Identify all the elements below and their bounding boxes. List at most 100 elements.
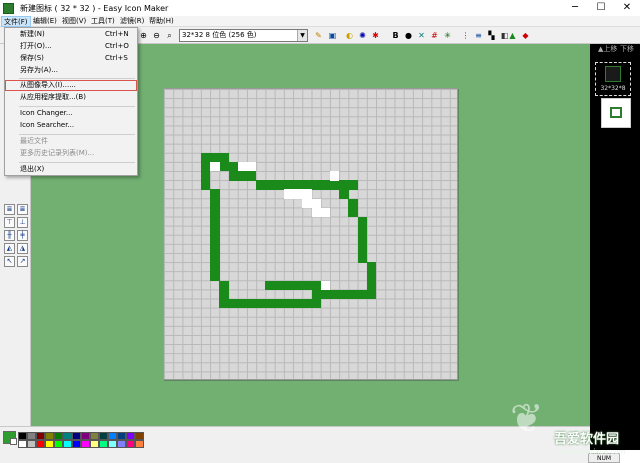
palette-swatch[interactable] [36,432,45,440]
pixel-white [320,207,331,218]
palette-swatch[interactable] [126,432,135,440]
pixel-green [265,280,275,291]
icon-thumbnail-selected[interactable]: 32*32*8 [595,62,631,96]
pixel-green [366,289,377,300]
palette-swatch[interactable] [18,440,27,448]
menu-file[interactable]: 文件(F) [1,16,31,27]
palette-swatch[interactable] [36,440,45,448]
palette-swatch[interactable] [72,440,81,448]
palette-swatch[interactable] [135,440,144,448]
background-color-swatch[interactable] [10,438,17,445]
grid-red-icon[interactable]: # [429,30,440,41]
rotate-right-icon[interactable]: ↗ [17,256,28,267]
menu-exit[interactable]: 退出(X) [5,164,137,175]
pixel-green [219,152,229,163]
palette-swatch[interactable] [99,440,108,448]
move-down-button[interactable]: 下移 [620,44,634,54]
menu-import-from-image[interactable]: 从图像导入(I)...... [5,80,137,91]
zoom-fit-icon[interactable]: ⌕ [164,30,175,41]
pixel-white [329,171,340,181]
palette-swatch[interactable] [81,432,90,440]
icon-thumbnail-preview[interactable] [601,98,631,128]
dot-icon[interactable]: ● [403,30,414,41]
palette-swatch[interactable] [90,432,99,440]
palette-swatch[interactable] [54,440,63,448]
menu-filter[interactable]: 滤镜(R) [118,16,146,27]
distribute-v-icon[interactable]: ╪ [17,230,28,241]
palette-swatch[interactable] [99,432,108,440]
brightness-icon[interactable]: ✺ [357,30,368,41]
pixel-editor-grid[interactable] [163,88,458,380]
palette-swatch[interactable] [135,432,144,440]
align-top-icon[interactable]: ⊤ [4,217,15,228]
maximize-button[interactable]: ☐ [588,0,614,16]
palette-swatch[interactable] [45,440,54,448]
flip-h-icon[interactable]: ◭ [4,243,15,254]
palette-swatch[interactable] [63,432,72,440]
current-color-indicator[interactable] [3,431,17,445]
minimize-button[interactable]: ─ [562,0,588,16]
palette-swatch[interactable] [108,440,117,448]
menu-save-as[interactable]: 另存为(A)... [5,65,137,76]
pixel-green [210,207,220,218]
sparkle-icon[interactable]: ✳ [442,30,453,41]
palette-swatch[interactable] [108,432,117,440]
palette-swatch[interactable] [126,440,135,448]
pixel-green [265,298,275,309]
close-button[interactable]: ✕ [614,0,640,16]
lightbulb-icon[interactable]: ◐ [344,30,355,41]
rotate-left-icon[interactable]: ↖ [4,256,15,267]
palette-swatch[interactable] [117,432,126,440]
menu-tools[interactable]: 工具(T) [89,16,117,27]
palette-swatch[interactable] [27,432,36,440]
zoom-in-icon[interactable]: ⊕ [138,30,149,41]
chevron-down-icon[interactable]: ▼ [297,30,307,41]
menu-separator [19,106,135,107]
menu-new[interactable]: 新建(N) Ctrl+N [5,29,137,40]
menu-open[interactable]: 打开(O)... Ctrl+O [5,41,137,52]
palette-swatch[interactable] [72,432,81,440]
palette-swatch[interactable] [54,432,63,440]
rows-icon[interactable]: ≡ [473,30,484,41]
align-bottom-icon[interactable]: ⊥ [17,217,28,228]
align-left-icon[interactable]: ≣ [4,204,15,215]
tree-icon[interactable]: ▲ [507,30,518,41]
palette-swatch[interactable] [90,440,99,448]
pixel-green [348,180,358,190]
menu-separator [19,78,135,79]
palette-swatch[interactable] [117,440,126,448]
menu-icon-changer[interactable]: Icon Changer... [5,108,137,119]
thumbnail-size-label: 32*32*8 [600,85,626,92]
pixel-green [200,162,211,172]
palette-swatch[interactable] [63,440,72,448]
menu-edit[interactable]: 编辑(E) [31,16,59,27]
columns-icon[interactable]: ⋮ [460,30,471,41]
pixel-green [311,289,322,300]
edit-image-icon[interactable]: ✎ [313,30,324,41]
palette-swatch[interactable] [27,440,36,448]
menu-extract-from-app[interactable]: 从应用程序提取...(B) [5,92,137,103]
menu-help[interactable]: 帮助(H) [147,16,176,27]
color-adjust-icon[interactable]: ✱ [370,30,381,41]
palette-swatch[interactable] [81,440,90,448]
format-select[interactable]: 32*32 8 位色 (256 色) ▼ [179,29,308,42]
menu-icon-searcher[interactable]: Icon Searcher... [5,120,137,131]
palette-swatch[interactable] [18,432,27,440]
menu-view[interactable]: 视图(V) [60,16,88,27]
pixel-green [302,280,312,291]
palette-swatch[interactable] [45,432,54,440]
zoom-out-icon[interactable]: ⊖ [151,30,162,41]
move-up-button[interactable]: ▲上移 [598,44,617,54]
align-right-icon[interactable]: ≣ [17,204,28,215]
cross-icon[interactable]: ✕ [416,30,427,41]
distribute-h-icon[interactable]: ╫ [4,230,15,241]
menu-save[interactable]: 保存(S) Ctrl+S [5,53,137,64]
palette-icon[interactable]: ▣ [327,30,338,41]
pixel-green [246,298,257,309]
menu-more-history: 更多历史记录列表(M)... [20,149,95,157]
flip-v-icon[interactable]: ◮ [17,243,28,254]
checker-icon[interactable]: ▚ [486,30,497,41]
pixel-green [366,271,377,281]
alert-icon[interactable]: ◆ [520,30,531,41]
bold-icon[interactable]: B [390,30,401,41]
